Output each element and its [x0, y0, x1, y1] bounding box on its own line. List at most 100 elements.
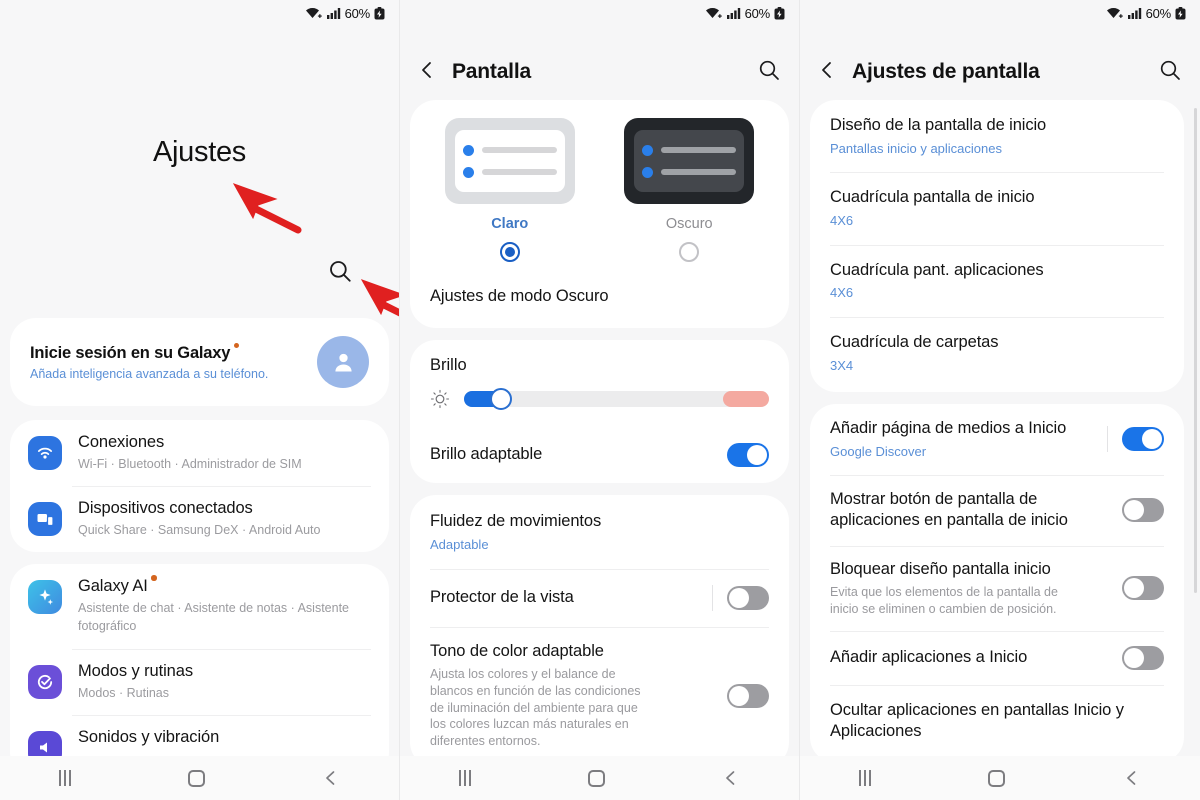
toggle-lock-home-layout[interactable] [1122, 576, 1164, 601]
toggle-eye-comfort-shield[interactable] [727, 586, 769, 611]
toggle-adaptive-color-tone[interactable] [727, 683, 769, 708]
toggle-divider [1107, 426, 1108, 453]
toggle-show-apps-button[interactable] [1122, 498, 1164, 523]
toggle-divider [712, 585, 713, 612]
theme-option-dark[interactable]: Oscuro [600, 118, 780, 262]
galaxy-ai-sparkle-icon [28, 580, 62, 615]
battery-icon [1175, 6, 1186, 20]
row-title: Añadir aplicaciones a Inicio [830, 647, 1028, 666]
row-hide-apps[interactable]: Ocultar aplicaciones en pantallas Inicio… [810, 684, 1184, 764]
settings-group-connections: Conexiones Wi-Fi · Bluetooth · Administr… [10, 420, 389, 553]
sidebar-item-galaxy-ai[interactable]: Galaxy AI Asistente de chat · Asistente … [10, 564, 389, 648]
row-apps-screen-grid[interactable]: Cuadrícula pant. aplicaciones 4X6 [810, 244, 1184, 317]
row-title: Cuadrícula pantalla de inicio [830, 188, 1035, 207]
sidebar-item-label: Galaxy AI [78, 575, 157, 596]
home-screen-settings-screen: 60% Ajustes de pantalla Diseño de la pan… [800, 0, 1200, 800]
home-icon[interactable] [587, 769, 605, 787]
row-show-apps-button[interactable]: Mostrar botón de pantalla de aplicacione… [810, 474, 1184, 547]
recents-icon[interactable] [858, 770, 871, 786]
system-navigation-bar [400, 756, 799, 800]
search-button[interactable] [757, 58, 781, 87]
row-title: Cuadrícula pant. aplicaciones [830, 260, 1044, 279]
battery-percent-label: 60% [744, 5, 771, 21]
theme-picker: Claro Oscuro [410, 100, 789, 268]
wifi-plus-icon [705, 7, 723, 20]
row-title: Cuadrícula de carpetas [830, 332, 999, 351]
toggles-group-card: Añadir página de medios a Inicio Google … [810, 404, 1184, 764]
back-chevron-icon[interactable] [322, 769, 340, 787]
row-adaptive-brightness[interactable]: Brillo adaptable [410, 427, 789, 483]
search-button[interactable] [327, 258, 353, 289]
row-add-apps-to-home[interactable]: Añadir aplicaciones a Inicio [810, 630, 1184, 685]
row-folder-grid[interactable]: Cuadrícula de carpetas 3X4 [810, 316, 1184, 392]
toggle-add-media-page[interactable] [1122, 427, 1164, 452]
dark-theme-preview-icon [624, 118, 755, 204]
display-settings-screen: 60% Pantalla Claro Oscuro Ajustes de mod… [400, 0, 800, 800]
battery-percent-label: 60% [344, 5, 371, 21]
settings-home-screen: 60% Ajustes Inicie sesión en su Galaxy A… [0, 0, 400, 800]
sidebar-item-conexiones[interactable]: Conexiones Wi-Fi · Bluetooth · Administr… [10, 420, 389, 486]
system-navigation-bar [800, 756, 1200, 800]
battery-icon [374, 6, 385, 20]
vertical-scrollbar[interactable] [1194, 108, 1197, 593]
brightness-block: Brillo [410, 340, 789, 427]
light-theme-preview-icon [444, 118, 575, 204]
row-title: Brillo adaptable [430, 444, 543, 463]
row-title: Diseño de la pantalla de inicio [830, 116, 1047, 134]
row-dark-mode-settings[interactable]: Ajustes de modo Oscuro [410, 268, 789, 328]
back-chevron-icon[interactable] [722, 769, 740, 787]
row-title: Protector de la vista [430, 588, 574, 607]
search-icon [1160, 60, 1180, 80]
connected-devices-icon [28, 502, 62, 537]
row-motion-smoothness[interactable]: Fluidez de movimientos Adaptable [410, 495, 789, 569]
toggle-add-apps-to-home[interactable] [1122, 645, 1164, 670]
row-eye-comfort-shield[interactable]: Protector de la vista [410, 569, 789, 627]
row-subtitle: Google Discover [830, 444, 927, 460]
row-home-screen-layout[interactable]: Diseño de la pantalla de inicio Pantalla… [810, 100, 1184, 172]
sidebar-item-subtitle: Wi-Fi · Bluetooth · Administrador de SIM [78, 457, 302, 471]
samsung-account-card[interactable]: Inicie sesión en su Galaxy Añada intelig… [10, 318, 389, 406]
theme-option-light[interactable]: Claro [420, 118, 600, 262]
back-button[interactable] [416, 59, 438, 86]
radio-dark[interactable] [679, 242, 700, 262]
brightness-slider-knob[interactable] [489, 387, 512, 410]
sidebar-item-label: Sonidos y vibración [78, 727, 220, 746]
page-title: Pantalla [452, 60, 531, 83]
toggle-adaptive-brightness[interactable] [727, 442, 769, 467]
brightness-slider[interactable] [464, 387, 769, 410]
radio-light[interactable] [499, 242, 520, 262]
row-title: Tono de color adaptable [430, 642, 604, 661]
account-card-title: Inicie sesión en su Galaxy [30, 342, 240, 363]
back-chevron-icon[interactable] [1123, 769, 1141, 787]
home-icon[interactable] [988, 769, 1006, 787]
settings-group-ai: Galaxy AI Asistente de chat · Asistente … [10, 564, 389, 778]
recents-icon[interactable] [458, 770, 471, 786]
battery-percent-label: 60% [1145, 5, 1172, 21]
row-home-screen-grid[interactable]: Cuadrícula pantalla de inicio 4X6 [810, 172, 1184, 244]
three-panel-screenshot-strip: 60% Ajustes Inicie sesión en su Galaxy A… [0, 0, 1200, 800]
row-subtitle: 4X6 [830, 285, 854, 301]
recents-icon[interactable] [58, 770, 71, 786]
sidebar-item-dispositivos-conectados[interactable]: Dispositivos conectados Quick Share · Sa… [10, 486, 389, 552]
sidebar-item-label: Conexiones [78, 433, 165, 451]
app-bar: Ajustes de pantalla [800, 44, 1200, 100]
search-button[interactable] [1158, 58, 1182, 87]
brightness-label: Brillo [430, 355, 467, 374]
new-badge-dot [151, 575, 157, 581]
row-subtitle: 3X4 [830, 357, 854, 373]
page-title: Ajustes de pantalla [852, 60, 1040, 83]
row-add-media-page[interactable]: Añadir página de medios a Inicio Google … [810, 404, 1184, 474]
cellular-signal-icon [726, 7, 741, 19]
sidebar-item-modos-y-rutinas[interactable]: Modos y rutinas Modos · Rutinas [10, 648, 389, 715]
chevron-left-icon [422, 61, 431, 78]
back-button[interactable] [816, 59, 838, 86]
row-title: Mostrar botón de pantalla de aplicacione… [830, 489, 1068, 530]
row-lock-home-layout[interactable]: Bloquear diseño pantalla inicio Evita qu… [810, 546, 1184, 631]
system-navigation-bar [0, 756, 399, 800]
row-adaptive-color-tone[interactable]: Tono de color adaptable Ajusta los color… [410, 627, 789, 768]
home-icon[interactable] [187, 769, 205, 787]
row-subtitle: 4X6 [830, 213, 854, 229]
avatar[interactable] [317, 336, 369, 388]
status-bar: 60% [400, 0, 799, 26]
wifi-plus-icon [305, 7, 323, 20]
